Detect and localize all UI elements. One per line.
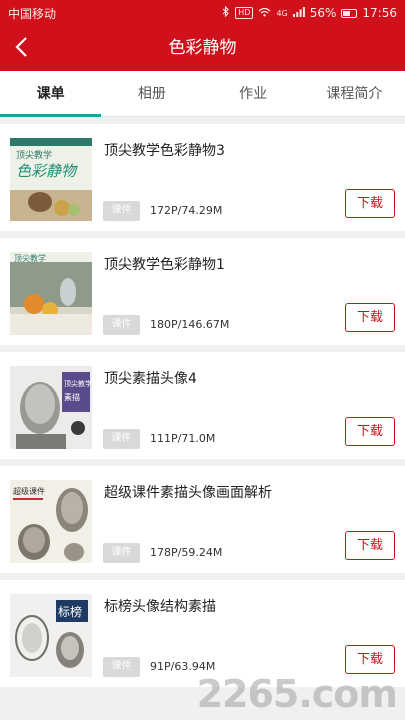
page-title: 色彩静物 (168, 38, 237, 58)
clock: 17:56 (362, 6, 397, 20)
course-size: 180P/146.67M (150, 318, 230, 331)
status-bar: 中国移动 HD 4G 56% 17:56 (0, 0, 405, 26)
course-card[interactable]: 顶尖教学 色彩静物 顶尖教学色彩静物3 课件 172P/74.29M 下载 (0, 124, 405, 231)
tab-course-list[interactable]: 课单 (0, 71, 102, 117)
battery-percent: 56% (309, 6, 337, 20)
course-type-badge: 课件 (103, 201, 140, 221)
course-title: 标榜头像结构素描 (104, 599, 216, 615)
wifi-icon (258, 6, 271, 20)
course-title: 顶尖素描头像4 (104, 371, 197, 387)
app-bar: 色彩静物 (0, 26, 405, 71)
battery-level (343, 10, 351, 16)
battery-icon (341, 8, 358, 18)
svg-text:顶尖教学: 顶尖教学 (14, 253, 46, 263)
course-size: 172P/74.29M (150, 204, 223, 217)
svg-text:色彩静物: 色彩静物 (16, 162, 78, 180)
svg-text:超级课件: 超级课件 (13, 486, 45, 496)
course-cover-image: 顶尖教学 素描 (10, 366, 92, 449)
back-button[interactable] (4, 32, 38, 66)
course-type-badge: 课件 (103, 657, 140, 677)
download-button[interactable]: 下载 (345, 417, 395, 446)
watermark-logo: 2265.com (196, 672, 398, 716)
signal-icon (292, 6, 305, 20)
tab-bar: 课单 相册 作业 课程简介 (0, 71, 405, 117)
course-size: 111P/71.0M (150, 432, 216, 445)
course-title: 顶尖教学色彩静物3 (104, 143, 225, 159)
network-type: 4G (276, 8, 288, 18)
download-button[interactable]: 下载 (345, 303, 395, 332)
course-size: 178P/59.24M (150, 546, 223, 559)
course-title: 顶尖教学色彩静物1 (104, 257, 225, 273)
course-type-badge: 课件 (103, 429, 140, 449)
course-cover-image: 标榜 (10, 594, 92, 677)
download-button[interactable]: 下载 (345, 531, 395, 560)
course-card[interactable]: 超级课件 超级课件素描头像画面解析 课件 178P/59.24M 下载 (0, 466, 405, 573)
download-button[interactable]: 下载 (345, 189, 395, 218)
download-button[interactable]: 下载 (345, 645, 395, 674)
course-card[interactable]: 标榜 标榜头像结构素描 课件 91P/63.94M 下载 (0, 580, 405, 687)
course-type-badge: 课件 (103, 543, 140, 563)
carrier-label: 中国移动 (8, 6, 57, 21)
course-card[interactable]: 顶尖教学 素描 顶尖素描头像4 课件 111P/71.0M 下载 (0, 352, 405, 459)
svg-text:顶尖教学: 顶尖教学 (16, 149, 52, 161)
status-icons: HD 4G 56% 17:56 (222, 5, 397, 20)
hd-icon: HD (235, 7, 254, 19)
course-title: 超级课件素描头像画面解析 (104, 485, 272, 501)
course-cover-image: 超级课件 (10, 480, 92, 563)
svg-text:标榜: 标榜 (58, 604, 82, 619)
svg-text:素描: 素描 (64, 392, 80, 402)
tab-homework[interactable]: 作业 (203, 71, 304, 116)
course-cover-image: 顶尖教学 (10, 252, 92, 335)
bluetooth-icon (222, 5, 230, 20)
course-card[interactable]: 顶尖教学 顶尖教学色彩静物1 课件 180P/146.67M 下载 (0, 238, 405, 345)
tab-course-intro[interactable]: 课程简介 (304, 71, 405, 116)
course-type-badge: 课件 (103, 315, 140, 335)
tab-album[interactable]: 相册 (101, 71, 202, 116)
chevron-left-icon (14, 36, 28, 62)
svg-text:顶尖教学: 顶尖教学 (64, 379, 92, 388)
course-cover-image: 顶尖教学 色彩静物 (10, 138, 92, 221)
